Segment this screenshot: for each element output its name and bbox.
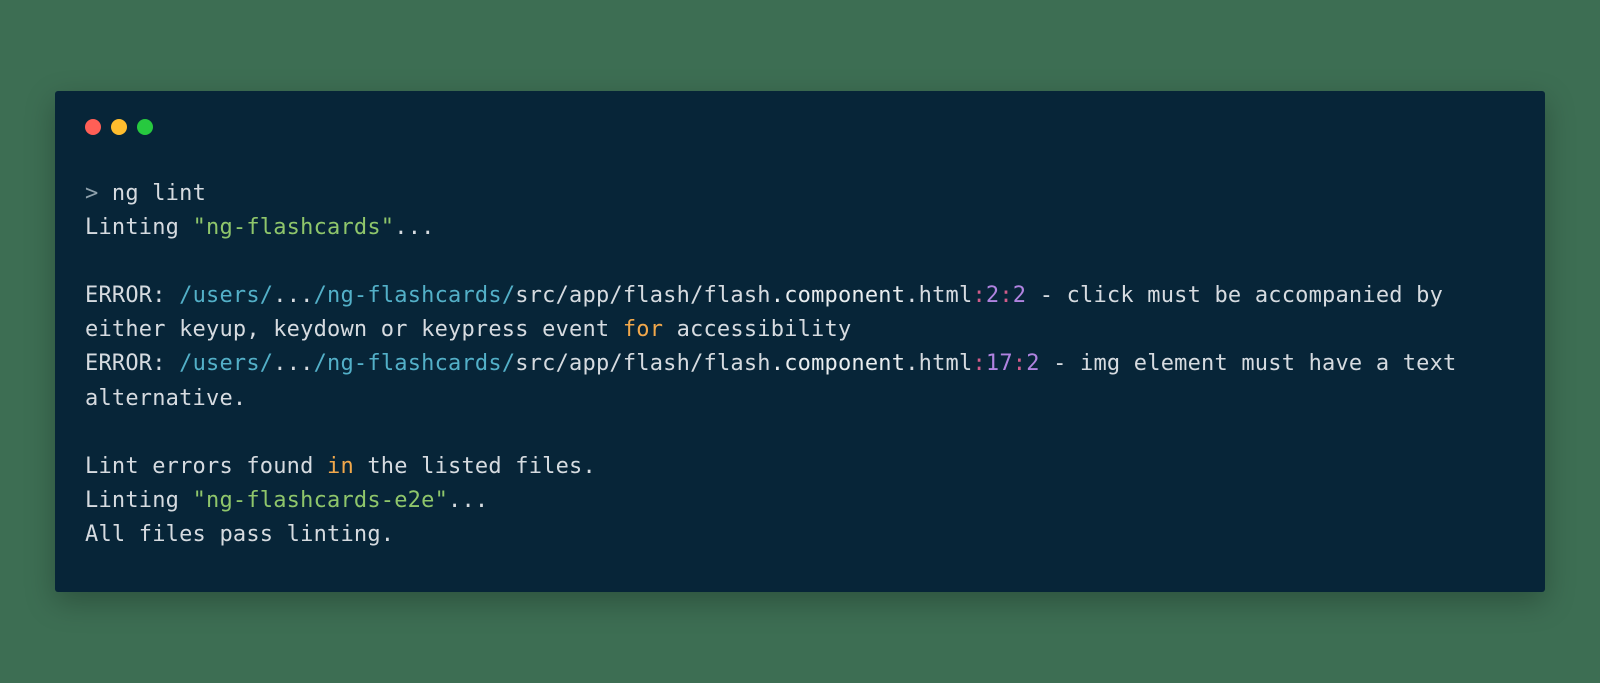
terminal-line-segment: accessibility xyxy=(663,317,851,342)
terminal-line-segment: 2 xyxy=(986,283,999,308)
terminal-line-segment: in xyxy=(327,454,354,479)
terminal-line-segment: Linting xyxy=(85,488,193,513)
terminal-line-segment: .component xyxy=(771,351,905,376)
terminal-line-segment: ... xyxy=(448,488,488,513)
terminal-line-segment: ERROR: xyxy=(85,351,179,376)
minimize-icon[interactable] xyxy=(111,119,127,135)
terminal-line-segment: ng xyxy=(112,181,152,206)
terminal-line-segment: "ng-flashcards" xyxy=(193,215,395,240)
terminal-line-segment: 17 xyxy=(986,351,1013,376)
terminal-line-segment: /users/ xyxy=(179,351,273,376)
stage: > ng lint Linting "ng-flashcards"... ERR… xyxy=(0,0,1600,683)
terminal-line-segment: /ng-flashcards/ xyxy=(314,283,516,308)
terminal-line-segment: src/app/flash/flash xyxy=(515,283,770,308)
terminal-line-segment: lint xyxy=(152,181,206,206)
terminal-output: > ng lint Linting "ng-flashcards"... ERR… xyxy=(85,177,1515,552)
terminal-line-segment: .html xyxy=(905,283,972,308)
terminal-line-segment: for xyxy=(623,317,663,342)
terminal-line-segment: : xyxy=(999,283,1012,308)
terminal-line-segment: : xyxy=(972,283,985,308)
close-icon[interactable] xyxy=(85,119,101,135)
zoom-icon[interactable] xyxy=(137,119,153,135)
terminal-line-segment: ... xyxy=(394,215,434,240)
terminal-line-segment: Lint errors found xyxy=(85,454,327,479)
terminal-line-segment: All files pass linting. xyxy=(85,522,394,547)
terminal-line-segment: /users/ xyxy=(179,283,273,308)
terminal-line-segment: "ng-flashcards-e2e" xyxy=(193,488,448,513)
terminal-line-segment xyxy=(85,420,98,445)
terminal-line-segment: .html xyxy=(905,351,972,376)
terminal-line-segment: : xyxy=(1013,351,1026,376)
terminal-line-segment: > xyxy=(85,181,112,206)
terminal-line-segment: ERROR: xyxy=(85,283,179,308)
terminal-line-segment: src/app/flash/flash xyxy=(515,351,770,376)
terminal-line-segment: /ng-flashcards/ xyxy=(314,351,516,376)
terminal-line-segment: Linting xyxy=(85,215,193,240)
terminal-line-segment: the listed files. xyxy=(354,454,596,479)
terminal-line-segment xyxy=(85,249,98,274)
terminal-line-segment: .component xyxy=(771,283,905,308)
terminal-line-segment: ... xyxy=(273,351,313,376)
terminal-line-segment: : xyxy=(972,351,985,376)
terminal-line-segment: ... xyxy=(273,283,313,308)
window-titlebar xyxy=(85,119,1515,135)
terminal-window: > ng lint Linting "ng-flashcards"... ERR… xyxy=(55,91,1545,592)
terminal-line-segment: 2 xyxy=(1026,351,1039,376)
terminal-line-segment: 2 xyxy=(1013,283,1026,308)
